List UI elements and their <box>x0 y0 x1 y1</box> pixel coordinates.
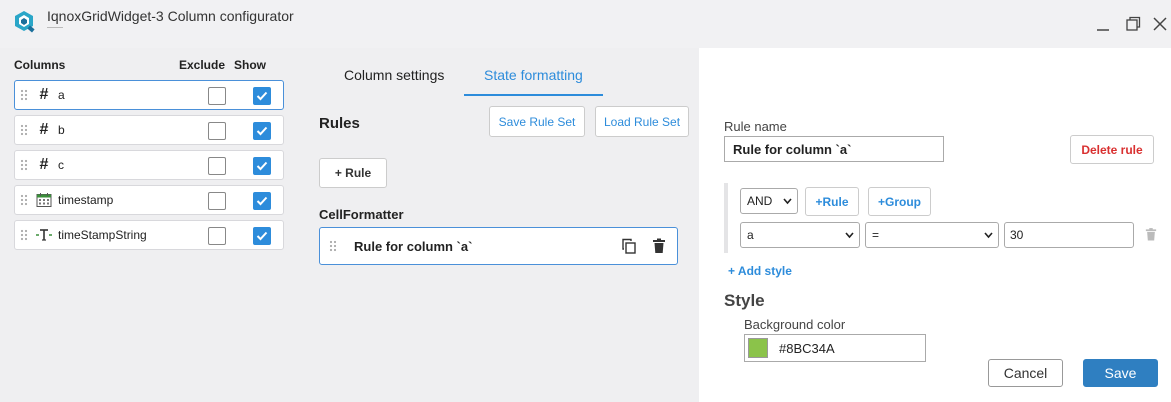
check-icon <box>256 231 268 241</box>
title-bar: IqnoxGridWidget-3 Column configurator <box>0 0 1171 48</box>
show-checkbox[interactable] <box>253 227 271 245</box>
hash-icon: # <box>39 86 49 103</box>
columns-panel: Columns Exclude Show # a # b # c timesta… <box>0 48 299 402</box>
check-icon <box>256 126 268 136</box>
load-rule-set-button[interactable]: Load Rule Set <box>595 106 689 137</box>
check-icon <box>256 161 268 171</box>
text-type-icon <box>36 227 52 243</box>
tab-column-settings[interactable]: Column settings <box>344 67 444 83</box>
show-checkbox[interactable] <box>253 87 271 105</box>
column-name: a <box>58 88 65 102</box>
column-row-timestampstring[interactable]: timeStampString <box>14 220 284 250</box>
app-logo-icon <box>15 11 35 33</box>
check-icon <box>256 196 268 206</box>
column-row-timestamp[interactable]: timestamp <box>14 185 284 215</box>
restore-icon[interactable] <box>1125 16 1141 32</box>
column-row-a[interactable]: # a <box>14 80 284 110</box>
save-rule-set-button[interactable]: Save Rule Set <box>489 106 585 137</box>
copy-icon[interactable] <box>621 238 637 254</box>
exclude-checkbox[interactable] <box>208 227 226 245</box>
rule-item[interactable]: Rule for column `a` <box>319 227 678 265</box>
chevron-down-icon <box>783 198 792 205</box>
color-swatch[interactable] <box>748 338 768 358</box>
condition-field-value: a <box>747 228 754 242</box>
cell-formatter-title: CellFormatter <box>319 207 404 222</box>
rule-name-label: Rule name <box>724 119 787 134</box>
rule-name-input[interactable] <box>724 136 944 162</box>
background-color-value: #8BC34A <box>779 341 835 356</box>
condition-field-select[interactable]: a <box>740 222 860 248</box>
chevron-down-icon <box>984 232 993 239</box>
chevron-down-icon <box>845 232 854 239</box>
rule-editor-panel: Rule name Delete rule AND +Rule +Group a… <box>699 96 1171 402</box>
exclude-checkbox[interactable] <box>208 157 226 175</box>
column-row-c[interactable]: # c <box>14 150 284 180</box>
group-operator-select[interactable]: AND <box>740 188 798 214</box>
hash-icon: # <box>39 156 49 173</box>
title-underline <box>47 27 63 28</box>
column-name: timestamp <box>58 193 114 207</box>
show-checkbox[interactable] <box>253 192 271 210</box>
exclude-checkbox[interactable] <box>208 87 226 105</box>
background-color-label: Background color <box>744 317 846 332</box>
minimize-icon[interactable] <box>1095 16 1111 32</box>
drag-handle-icon[interactable] <box>20 159 28 171</box>
column-name: timeStampString <box>58 228 147 242</box>
group-operator-value: AND <box>747 194 773 208</box>
trash-icon[interactable] <box>652 238 666 254</box>
save-button[interactable]: Save <box>1083 359 1158 387</box>
drag-handle-icon[interactable] <box>20 89 28 101</box>
window-title: IqnoxGridWidget-3 Column configurator <box>47 8 294 24</box>
condition-operator-select[interactable]: = <box>865 222 999 248</box>
hash-icon: # <box>39 121 49 138</box>
drag-handle-icon[interactable] <box>329 240 337 252</box>
show-header: Show <box>234 58 266 72</box>
exclude-checkbox[interactable] <box>208 192 226 210</box>
style-title: Style <box>724 291 765 310</box>
add-rule-button[interactable]: + Rule <box>319 158 387 188</box>
condition-operator-value: = <box>872 228 880 242</box>
tabs-bar: Column settings State formatting <box>299 48 699 96</box>
add-condition-rule-button[interactable]: +Rule <box>805 187 859 216</box>
delete-condition-icon[interactable] <box>1145 227 1157 242</box>
columns-header: Columns <box>14 58 66 72</box>
close-icon[interactable] <box>1152 16 1168 32</box>
delete-rule-button[interactable]: Delete rule <box>1070 135 1154 164</box>
column-row-b[interactable]: # b <box>14 115 284 145</box>
tab-state-formatting[interactable]: State formatting <box>484 67 583 83</box>
column-name: c <box>58 158 64 172</box>
rule-item-label: Rule for column `a` <box>354 239 473 254</box>
drag-handle-icon[interactable] <box>20 229 28 241</box>
show-checkbox[interactable] <box>253 122 271 140</box>
rules-title: Rules <box>319 115 360 132</box>
calendar-icon <box>36 192 52 208</box>
background-color-input[interactable]: #8BC34A <box>744 334 926 362</box>
check-icon <box>256 91 268 101</box>
condition-value-input[interactable] <box>1004 222 1134 248</box>
add-group-button[interactable]: +Group <box>868 187 931 216</box>
exclude-checkbox[interactable] <box>208 122 226 140</box>
drag-handle-icon[interactable] <box>20 194 28 206</box>
show-checkbox[interactable] <box>253 157 271 175</box>
rules-panel: Rules Save Rule Set Load Rule Set + Rule… <box>299 96 699 402</box>
column-name: b <box>58 123 65 137</box>
cancel-button[interactable]: Cancel <box>988 359 1063 387</box>
drag-handle-icon[interactable] <box>20 124 28 136</box>
add-style-link[interactable]: + Add style <box>728 264 792 278</box>
exclude-header: Exclude <box>179 58 226 72</box>
condition-group-bar <box>724 183 728 253</box>
